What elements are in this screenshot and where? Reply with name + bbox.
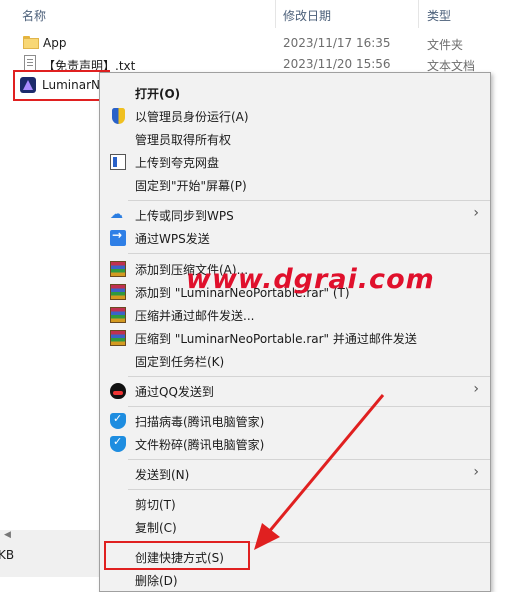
watermark-text: www.dgrai.com: [186, 264, 435, 295]
